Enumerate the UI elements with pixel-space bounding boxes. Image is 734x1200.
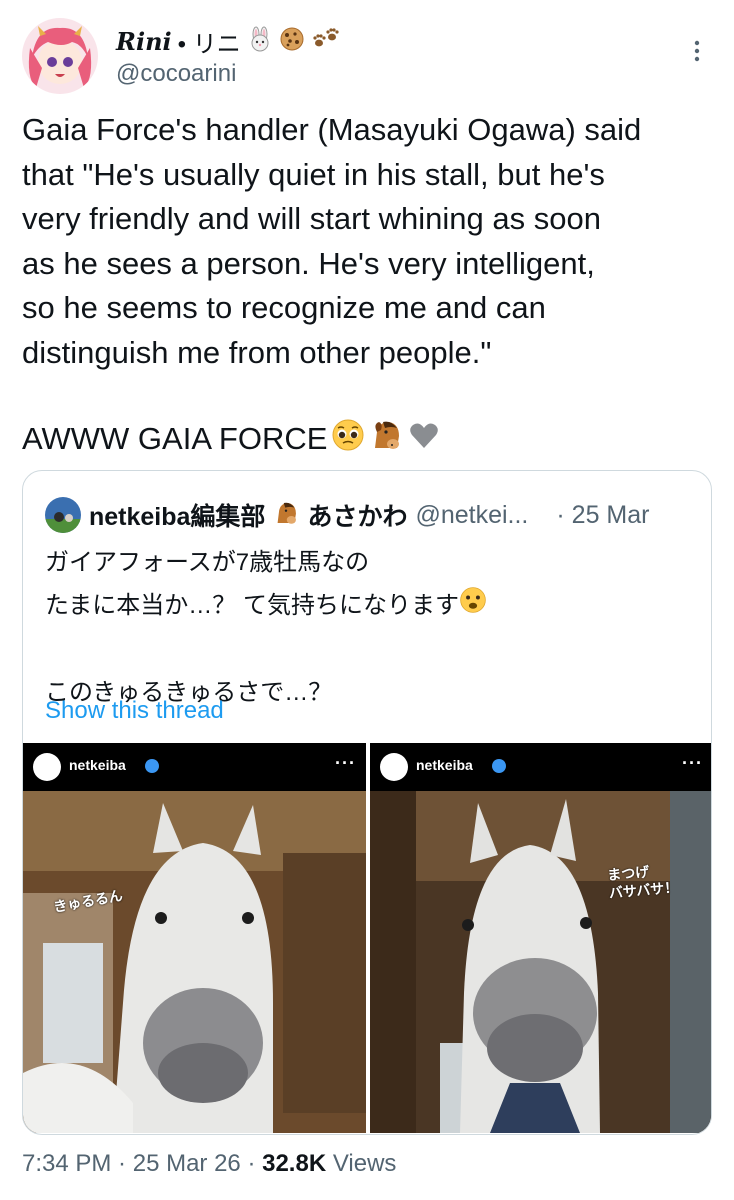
quoted-author-name[interactable]: netkeiba編集部 — [89, 497, 265, 533]
pleading-face-emoji-icon — [331, 418, 365, 460]
quoted-text-line: ガイアフォースが7歳牡馬なの たまに本当か…？ て気持ちになります — [45, 549, 459, 619]
netkeiba-logo-icon — [380, 753, 408, 781]
horse-face-emoji-icon — [369, 418, 403, 460]
grey-heart-emoji-icon — [407, 418, 441, 460]
author-display-name[interactable]: Rini — [116, 27, 172, 56]
verified-badge-icon — [145, 759, 159, 773]
quoted-tweet-card[interactable]: netkeiba編集部 あさかわ @netkei... · 25 Mar ガイア… — [22, 470, 712, 1135]
cookie-emoji-icon — [279, 26, 305, 57]
image-2-menu-icon: ··· — [682, 753, 703, 773]
tweet-text: Gaia Force's handler (Masayuki Ogawa) sa… — [22, 112, 642, 370]
quoted-author-avatar[interactable] — [45, 497, 81, 533]
image-1-header: netkeiba ··· — [23, 743, 366, 791]
author-name-suffix: • リニ — [177, 31, 241, 58]
tweet-closing-text: AWWW GAIA FORCE — [22, 421, 328, 456]
author-name-row[interactable]: Rini • リニ — [116, 24, 341, 59]
meta-separator-2: · — [240, 1150, 263, 1177]
tweet-time[interactable]: 7:34 PM — [22, 1150, 111, 1177]
show-thread-link[interactable]: Show this thread — [45, 697, 224, 725]
author-handle[interactable]: @cocoarini — [116, 60, 236, 88]
quoted-image-2[interactable]: netkeiba ··· まつげ バサバサ！ — [370, 743, 711, 1133]
image-1-account: netkeiba — [69, 757, 126, 773]
image-2-account: netkeiba — [416, 757, 473, 773]
image-1-menu-icon: ··· — [335, 753, 356, 773]
tweet-date[interactable]: 25 Mar 26 — [133, 1150, 241, 1177]
quoted-author-name-2[interactable]: あさかわ — [307, 497, 407, 533]
paws-emoji-icon — [311, 26, 341, 57]
meta-separator-1: · — [111, 1150, 133, 1177]
quoted-date[interactable]: · 25 Mar — [556, 501, 649, 530]
views-label: Views — [326, 1150, 397, 1177]
views-count[interactable]: 32.8K — [262, 1150, 326, 1177]
anguished-face-emoji-icon — [459, 585, 487, 628]
quoted-tweet-text: ガイアフォースが7歳牡馬なの たまに本当か…？ て気持ちになります このきゅるき… — [45, 541, 685, 714]
bunny-emoji-icon — [247, 26, 273, 57]
tweet-meta: 7:34 PM · 25 Mar 26 · 32.8K Views — [22, 1150, 396, 1178]
horse-emoji-icon — [273, 500, 299, 531]
author-avatar[interactable] — [22, 18, 98, 94]
quoted-tweet-header: netkeiba編集部 あさかわ @netkei... · 25 Mar — [45, 497, 649, 533]
quoted-image-1[interactable]: netkeiba ··· きゅるるん — [23, 743, 366, 1133]
verified-badge-icon — [492, 759, 506, 773]
more-options-icon[interactable] — [684, 38, 710, 64]
image-2-caption: まつげ バサバサ！ — [606, 863, 679, 901]
netkeiba-logo-icon — [33, 753, 61, 781]
tweet-closing-line: AWWW GAIA FORCE — [22, 418, 441, 460]
quoted-author-handle[interactable]: @netkei... — [415, 501, 528, 530]
image-2-header: netkeiba ··· — [370, 743, 711, 791]
